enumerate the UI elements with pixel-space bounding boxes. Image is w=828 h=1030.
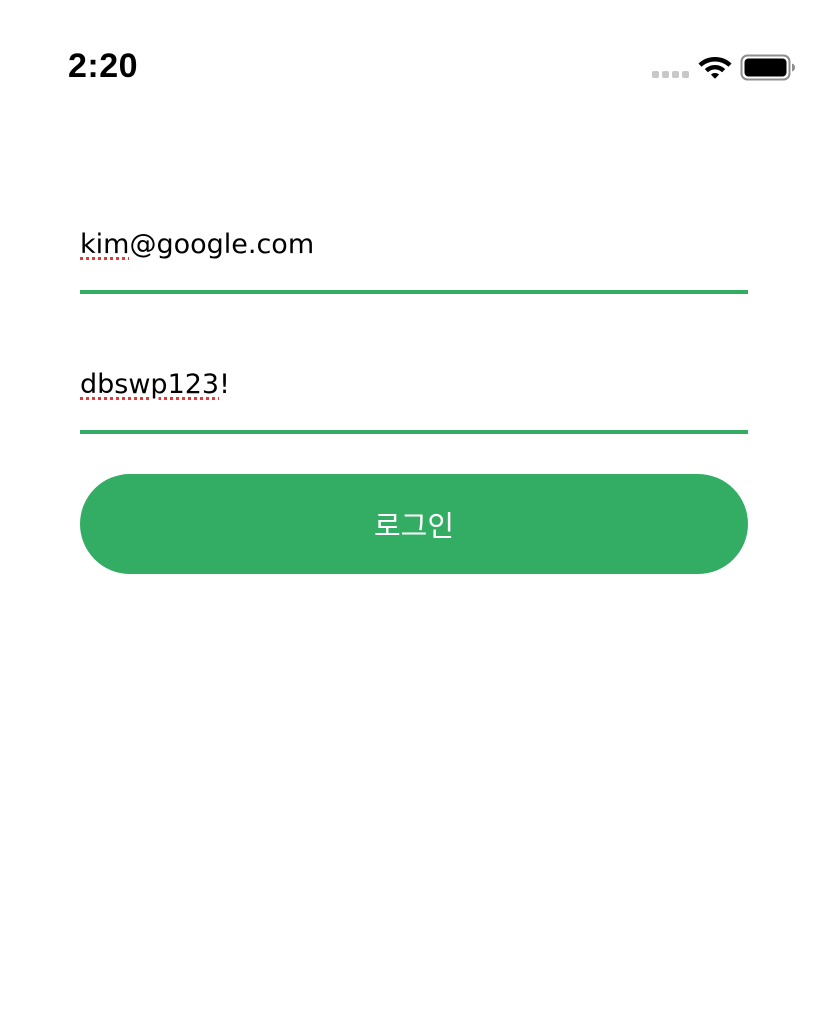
email-field[interactable]: kim@google.com [80,220,748,294]
email-input[interactable]: kim@google.com [80,220,748,270]
email-misspelled-text: kim [80,229,130,260]
email-rest-text: @google.com [129,229,315,260]
password-misspelled-text: dbswp123 [80,369,220,400]
password-underline [80,430,748,434]
password-field[interactable]: dbswp123! [80,360,748,434]
password-rest-text: ! [219,369,230,400]
password-input[interactable]: dbswp123! [80,360,748,410]
email-underline [80,290,748,294]
status-time: 2:20 [68,47,139,85]
status-bar: 2:20 [0,0,828,110]
battery-icon [740,54,795,81]
login-screen: 2:20 kim@google.com dbswp123! 로그인 [0,0,828,1030]
cellular-signal-icon [652,71,692,79]
login-button-label: 로그인 [373,509,455,543]
wifi-icon [698,57,732,79]
login-button[interactable]: 로그인 [80,474,748,574]
